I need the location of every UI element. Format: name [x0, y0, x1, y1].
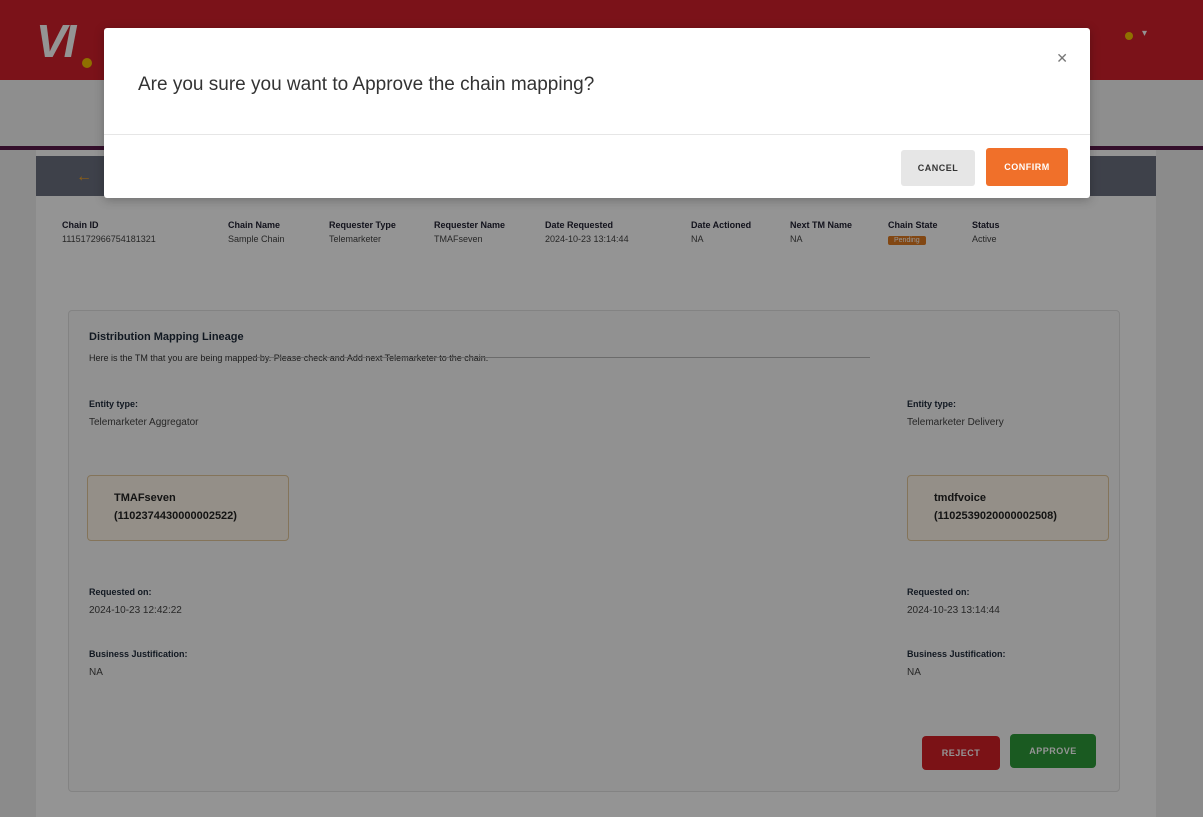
confirm-dialog: Are you sure you want to Approve the cha… [104, 28, 1090, 198]
cancel-button[interactable]: CANCEL [901, 150, 975, 186]
confirm-button[interactable]: CONFIRM [986, 148, 1068, 186]
dialog-divider [104, 134, 1090, 135]
close-icon[interactable]: ✕ [1056, 50, 1068, 67]
dialog-message: Are you sure you want to Approve the cha… [138, 74, 595, 95]
